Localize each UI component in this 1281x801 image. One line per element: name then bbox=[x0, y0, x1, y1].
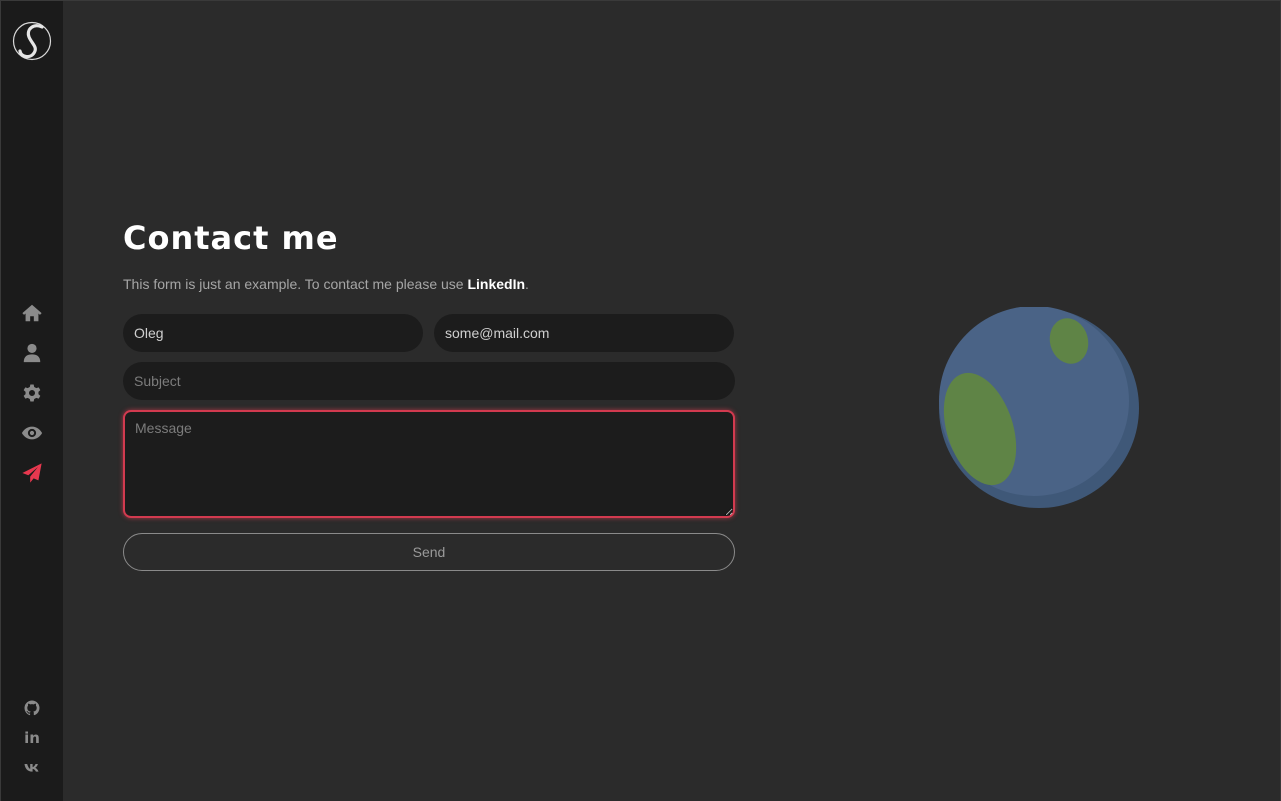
page: in Contact me This form is just an examp… bbox=[0, 0, 1281, 801]
email-input[interactable] bbox=[434, 314, 734, 352]
send-button[interactable]: Send bbox=[123, 533, 735, 571]
message-textarea[interactable] bbox=[123, 410, 735, 518]
linkedin-icon: in bbox=[24, 729, 40, 747]
nav-item-portfolio[interactable] bbox=[1, 413, 63, 453]
planet-illustration bbox=[938, 306, 1140, 509]
linkedin-link[interactable]: in bbox=[1, 723, 63, 753]
logo-icon[interactable] bbox=[12, 21, 52, 61]
contact-form: Send bbox=[123, 314, 735, 571]
sidebar: in bbox=[1, 1, 63, 801]
social-links: in bbox=[1, 693, 63, 783]
gear-icon bbox=[23, 384, 41, 402]
nav-item-contact[interactable] bbox=[1, 453, 63, 493]
page-title: Contact me bbox=[123, 219, 339, 257]
vk-link[interactable] bbox=[1, 753, 63, 783]
main-nav bbox=[1, 293, 63, 493]
user-icon bbox=[23, 343, 41, 363]
nav-item-home[interactable] bbox=[1, 293, 63, 333]
name-input[interactable] bbox=[123, 314, 423, 352]
nav-item-skills[interactable] bbox=[1, 373, 63, 413]
nav-item-about[interactable] bbox=[1, 333, 63, 373]
linkedin-text-link[interactable]: LinkedIn bbox=[467, 276, 525, 292]
vk-icon bbox=[24, 764, 39, 772]
home-icon bbox=[22, 304, 42, 322]
paper-plane-icon bbox=[22, 463, 42, 483]
github-icon bbox=[24, 700, 40, 716]
github-link[interactable] bbox=[1, 693, 63, 723]
contact-section: Contact me This form is just an example.… bbox=[123, 219, 735, 571]
eye-icon bbox=[21, 426, 43, 440]
name-email-row bbox=[123, 314, 735, 352]
intro-text: This form is just an example. To contact… bbox=[123, 276, 529, 292]
subject-input[interactable] bbox=[123, 362, 735, 400]
